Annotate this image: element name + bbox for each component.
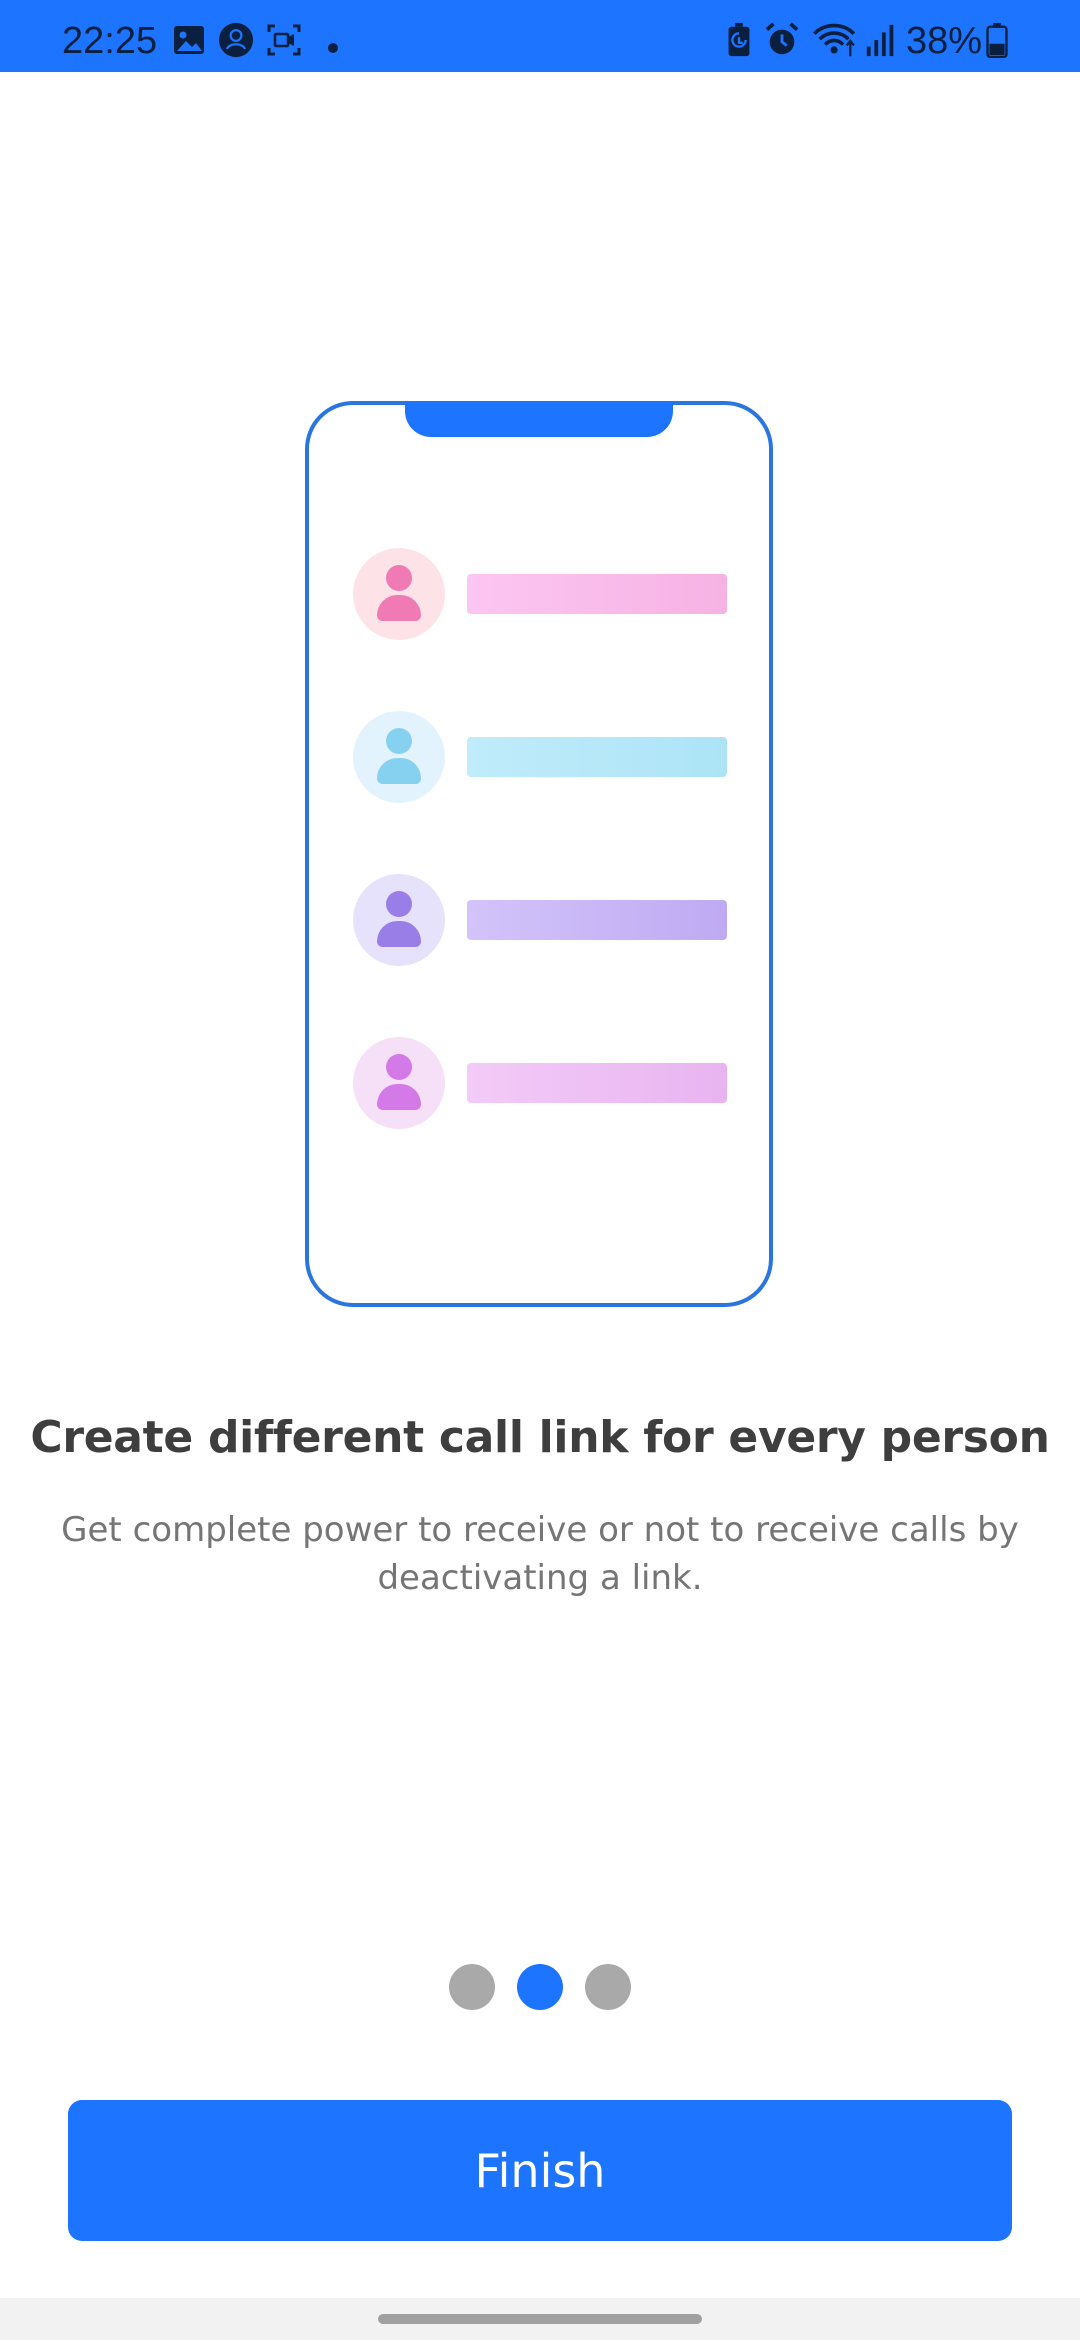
contact-row <box>353 874 753 966</box>
contact-row <box>353 1037 753 1129</box>
onboarding-illustration <box>300 396 780 1314</box>
page-dot[interactable] <box>449 1964 495 2010</box>
wifi-icon <box>813 23 856 57</box>
account-icon <box>218 22 254 58</box>
status-bar: 22:25 38% <box>0 0 1080 72</box>
alarm-icon <box>765 22 799 55</box>
avatar <box>353 711 445 803</box>
finish-button[interactable]: Finish <box>68 2100 1012 2241</box>
contact-name-placeholder <box>467 574 727 614</box>
onboarding-description: Get complete power to receive or not to … <box>61 1510 1019 1598</box>
person-icon <box>386 891 412 917</box>
contact-name-placeholder <box>467 1063 727 1103</box>
page-indicator <box>449 1964 633 2012</box>
phone-frame <box>305 401 773 1307</box>
notification-dot-icon <box>328 43 338 53</box>
avatar <box>353 548 445 640</box>
screen-record-icon <box>267 24 301 56</box>
contact-row <box>353 548 753 640</box>
page-dot[interactable] <box>517 1964 563 2010</box>
battery-icon <box>986 22 1008 58</box>
contact-name-placeholder <box>467 737 727 777</box>
battery-saver-icon <box>728 22 750 57</box>
navigation-bar <box>0 2298 1080 2340</box>
status-time: 22:25 <box>62 20 158 62</box>
person-icon <box>386 565 412 591</box>
avatar <box>353 874 445 966</box>
page-dot[interactable] <box>585 1964 631 2010</box>
home-gesture-handle[interactable] <box>378 2314 702 2324</box>
signal-icon <box>866 24 894 57</box>
contact-row <box>353 711 753 803</box>
onboarding-title: Create different call link for every per… <box>30 1412 1050 1463</box>
gallery-icon <box>174 26 204 54</box>
person-icon <box>386 728 412 754</box>
contact-name-placeholder <box>467 900 727 940</box>
phone-notch <box>405 401 673 437</box>
battery-percentage: 38% <box>906 20 983 62</box>
avatar <box>353 1037 445 1129</box>
person-icon <box>386 1054 412 1080</box>
